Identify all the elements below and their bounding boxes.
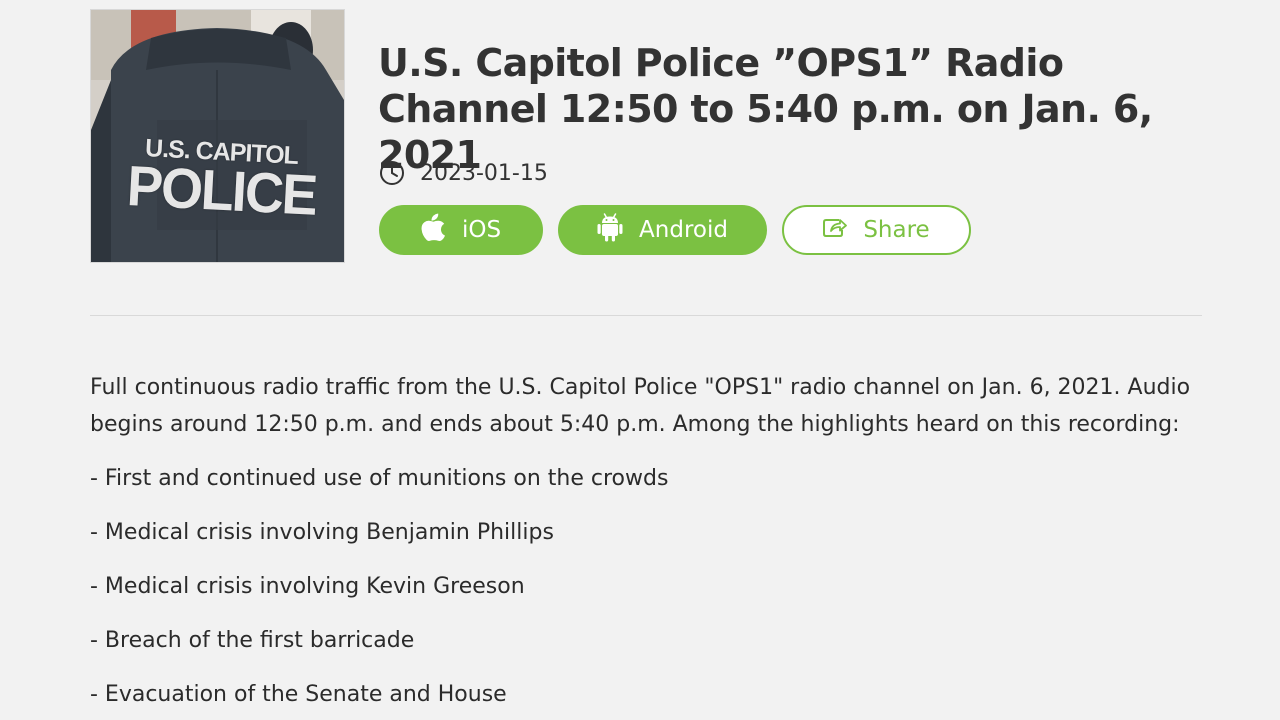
clock-icon bbox=[379, 160, 405, 186]
highlight-item: - Breach of the first barricade bbox=[90, 628, 415, 653]
cover-text-line2: POLICE bbox=[125, 154, 318, 228]
action-buttons: iOS Android Share bbox=[379, 205, 986, 255]
ios-button[interactable]: iOS bbox=[379, 205, 543, 255]
share-button-label: Share bbox=[863, 217, 930, 243]
episode-description: Full continuous radio traffic from the U… bbox=[90, 369, 1210, 720]
episode-cover-image: U.S. CAPITOL POLICE bbox=[91, 10, 344, 262]
android-button[interactable]: Android bbox=[558, 205, 767, 255]
share-icon bbox=[823, 217, 848, 243]
description-intro: Full continuous radio traffic from the U… bbox=[90, 375, 1191, 437]
divider bbox=[90, 315, 1202, 316]
highlight-item: - Medical crisis involving Benjamin Phil… bbox=[90, 520, 554, 545]
episode-title: U.S. Capitol Police ”OPS1” Radio Channel… bbox=[378, 41, 1153, 177]
apple-icon bbox=[421, 213, 446, 247]
android-icon bbox=[597, 212, 623, 248]
podcast-episode-page: U.S. CAPITOL POLICE U.S. Capitol Police … bbox=[0, 0, 1280, 720]
highlight-item: - Medical crisis involving Kevin Greeson bbox=[90, 574, 525, 599]
episode-date: 2023-01-15 bbox=[420, 160, 548, 186]
highlight-item: - First and continued use of munitions o… bbox=[90, 466, 669, 491]
android-button-label: Android bbox=[639, 217, 728, 243]
highlight-item: - Evacuation of the Senate and House bbox=[90, 682, 507, 707]
episode-date-row: 2023-01-15 bbox=[379, 160, 548, 186]
share-button[interactable]: Share bbox=[782, 205, 971, 255]
ios-button-label: iOS bbox=[461, 217, 502, 243]
